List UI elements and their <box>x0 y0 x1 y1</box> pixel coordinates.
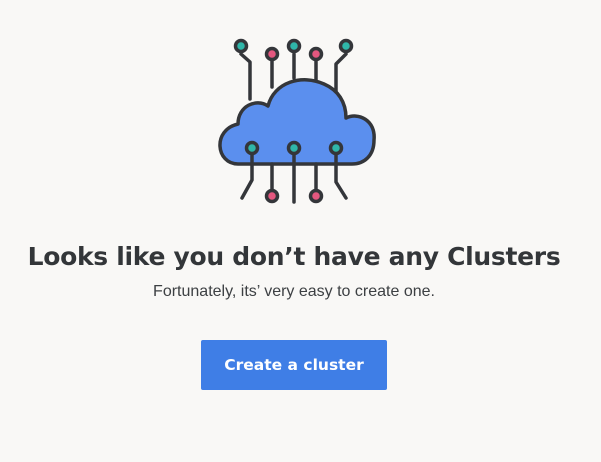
create-cluster-button[interactable]: Create a cluster <box>201 340 387 390</box>
empty-state-subtitle: Fortunately, its’ very easy to create on… <box>153 283 435 300</box>
empty-clusters-page: Looks like you don’t have any Clusters F… <box>0 0 601 462</box>
empty-state-title: Looks like you don’t have any Clusters <box>27 242 561 271</box>
cloud-circuit-icon <box>200 32 390 210</box>
